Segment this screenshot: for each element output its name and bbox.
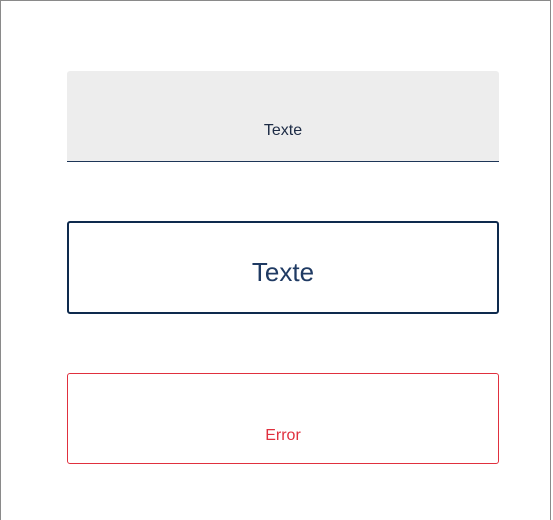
text-field-error[interactable]: Error [67,373,499,464]
canvas-frame: Texte Texte Error [0,0,551,520]
text-field-filled-value: Texte [263,122,303,139]
text-field-filled[interactable]: Texte [67,71,499,162]
text-field-focused-value: Texte [251,257,315,287]
text-field-error-value: Error [265,427,301,444]
text-field-focused[interactable]: Texte [67,221,499,314]
